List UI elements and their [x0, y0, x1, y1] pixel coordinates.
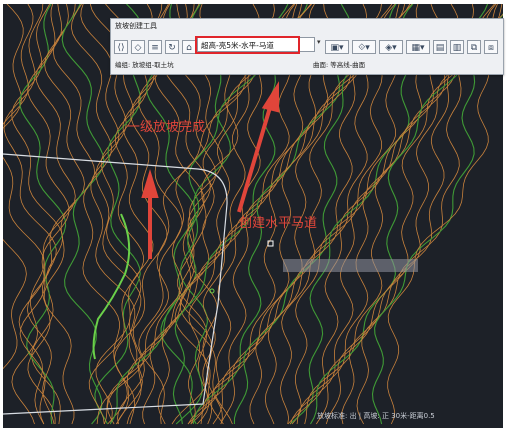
layers-button[interactable]: ≡ — [148, 39, 162, 54]
annotation-first-slope: 一级放坡完成 — [127, 120, 206, 135]
contour-line — [19, 4, 67, 425]
cursor-tooltip — [283, 259, 418, 272]
contour-line — [19, 4, 70, 425]
grading-creation-toolbar[interactable]: 放坡创建工具 ⟨⟩ ◇ ≡ ↻ ⌂ 超高-亮5米-水平-马道 ▾ ▣▾ ⟐▾ ◈… — [110, 18, 504, 75]
refresh-button[interactable]: ↻ — [165, 39, 179, 54]
command-line-text: 放坡标准: 出 | 高坡: 正 30米-距离0.5 — [317, 412, 435, 420]
toolbar-right-buttons: ▣▾ ⟐▾ ◈▾ ▦▾ ▤ ▥ ⧉ ⧈ — [325, 38, 498, 55]
delete-grading-button[interactable]: ▤ — [433, 39, 447, 54]
create-grading-button[interactable]: ⟐▾ — [352, 39, 376, 54]
grading-editor-button[interactable]: ▥ — [450, 39, 464, 54]
annotation-arrow-up — [141, 169, 159, 259]
surface-status: 曲面: 等高线-曲面 — [313, 61, 366, 69]
highlight-box — [195, 36, 300, 54]
snap-point[interactable] — [209, 288, 215, 294]
edit-grading-button[interactable]: ▦▾ — [406, 39, 430, 54]
grading-group-status: 编组: 放坡组-取土坑 — [115, 61, 174, 69]
annotation-berm: 创建水平马道 — [239, 216, 318, 231]
create-infill-button[interactable]: ◈▾ — [379, 39, 403, 54]
group-properties-button[interactable]: ⟨⟩ — [114, 39, 128, 54]
slope-highlight-line — [92, 213, 131, 360]
set-target-surface-button[interactable]: ◇ — [131, 39, 145, 54]
elevation-editor-button[interactable]: ⧈ — [484, 39, 498, 54]
copy-button[interactable]: ⧉ — [467, 39, 481, 54]
style-dropdown-button[interactable]: ▣▾ — [325, 39, 349, 54]
contour-line — [11, 4, 64, 425]
annotation-arrow-diagonal — [237, 81, 279, 213]
toolbar-title: 放坡创建工具 — [115, 22, 157, 30]
chevron-down-icon[interactable]: ▾ — [317, 38, 321, 46]
toolbar-left-buttons: ⟨⟩ ◇ ≡ ↻ ⌂ — [114, 38, 196, 55]
criteria-set-button[interactable]: ⌂ — [182, 39, 196, 54]
